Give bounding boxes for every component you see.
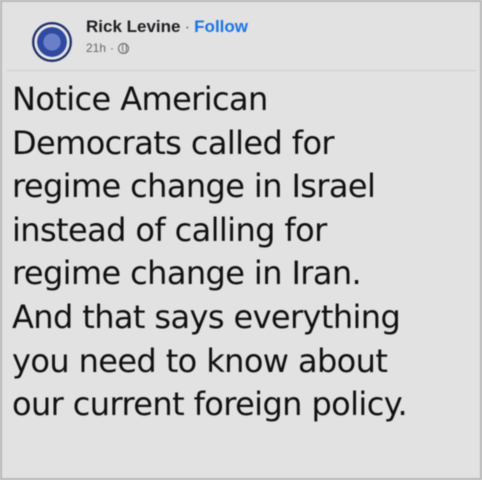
post-text-line: regime change in Iran.: [12, 254, 362, 293]
globe-icon: [118, 42, 130, 54]
post-text-line: Notice American: [12, 80, 268, 118]
separator: ·: [184, 17, 191, 36]
post-meta: 21h ·: [86, 40, 130, 56]
avatar[interactable]: [32, 22, 72, 62]
post-screenshot: Rick Levine · Follow 21h · Notice American…: [0, 0, 482, 480]
post-text-line: you need to know about: [12, 341, 388, 380]
post-text-line: our current foreign policy.: [12, 385, 408, 424]
post-text-line: And that says everything: [12, 297, 401, 336]
author-name[interactable]: Rick Levine: [86, 17, 181, 36]
post-time[interactable]: 21h: [86, 40, 106, 56]
post-body: Notice American Democrats called for reg…: [12, 78, 480, 427]
post-text-line: regime change in Israel: [12, 167, 376, 206]
post-text-line: Democrats called for: [12, 123, 335, 162]
meta-separator: ·: [110, 41, 115, 55]
post-header: Rick Levine · Follow 21h ·: [6, 6, 476, 71]
author-row: Rick Levine · Follow: [86, 16, 248, 38]
post-text-line: instead of calling for: [12, 210, 327, 249]
follow-button[interactable]: Follow: [194, 17, 248, 36]
